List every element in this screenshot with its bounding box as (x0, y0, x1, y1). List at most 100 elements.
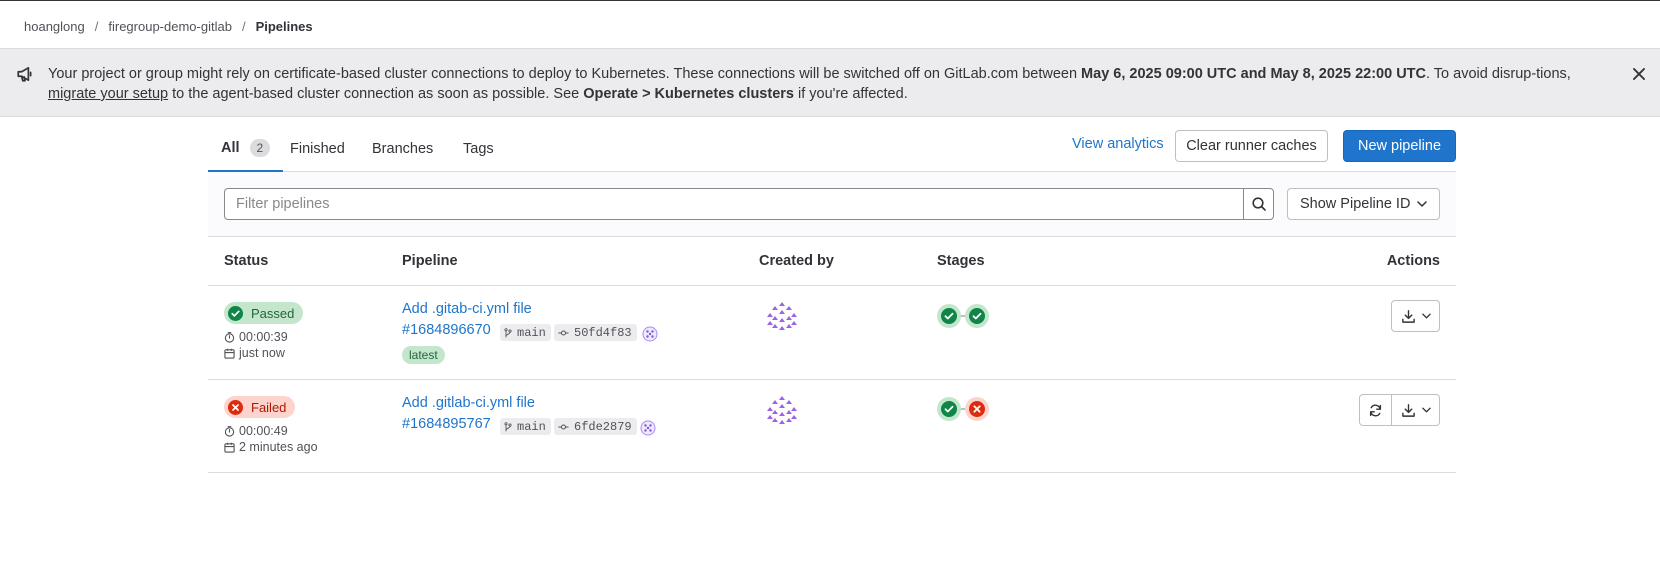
stage-build-status[interactable] (937, 304, 961, 328)
search-icon (1251, 197, 1266, 211)
commit-sha-value: 50fd4f83 (574, 325, 632, 340)
migrate-setup-link[interactable]: migrate your setup (48, 86, 168, 102)
column-header-actions: Actions (1386, 253, 1440, 269)
pipeline-commit-title-link[interactable]: Add .gitab-ci.yml file (402, 301, 532, 317)
status-success-icon (228, 305, 243, 321)
chevron-down-icon (1421, 407, 1431, 413)
status-label: Failed (251, 399, 287, 415)
deprecation-banner: Your project or group might rely on cert… (0, 48, 1660, 117)
banner-message: Your project or group might rely on cert… (48, 64, 1608, 104)
status-badge-failed[interactable]: Failed (224, 396, 296, 418)
pipeline-finished-time: 2 minutes ago (224, 440, 318, 454)
banner-text: Your project or group might rely on cert… (48, 66, 1082, 82)
branch-name: main (517, 419, 546, 434)
pipeline-id-link[interactable]: #1684895767 (402, 416, 491, 432)
pipeline-finished-time: just now (224, 346, 285, 360)
tab-tags[interactable]: Tags (450, 126, 507, 172)
breadcrumb-separator: / (94, 18, 99, 34)
status-failed-icon (969, 401, 985, 417)
retry-pipeline-button[interactable] (1359, 394, 1392, 426)
breadcrumb: hoanglong / firegroup-demo-gitlab / Pipe… (24, 16, 313, 36)
pipeline-id-link[interactable]: #1684896670 (402, 322, 491, 338)
megaphone-icon (17, 66, 32, 82)
finished-value: 2 minutes ago (239, 440, 318, 454)
table-row: Failed 00:00:49 2 minutes ago Add .gitla… (208, 380, 1456, 473)
tab-label: All (221, 140, 240, 156)
retry-icon (1369, 404, 1382, 416)
pipeline-duration: 00:00:49 (224, 424, 288, 438)
download-artifacts-dropdown[interactable] (1391, 300, 1440, 332)
branch-name: main (517, 325, 546, 340)
calendar-icon (224, 442, 235, 453)
commit-sha-value: 6fde2879 (574, 419, 632, 434)
user-avatar[interactable] (766, 300, 798, 332)
breadcrumb-item-project[interactable]: firegroup-demo-gitlab (108, 19, 232, 34)
branch-ref[interactable]: main (500, 324, 551, 341)
tab-all[interactable]: All 2 (208, 126, 284, 172)
column-header-pipeline: Pipeline (402, 253, 458, 269)
status-badge-passed[interactable]: Passed (224, 302, 304, 324)
committer-avatar-icon[interactable] (642, 326, 658, 342)
column-header-status: Status (224, 253, 269, 269)
top-border (0, 0, 1660, 1)
tab-label: Branches (372, 141, 434, 157)
column-header-created-by: Created by (759, 253, 834, 269)
breadcrumb-item-user[interactable]: hoanglong (24, 19, 85, 34)
dropdown-label: Show Pipeline ID (1300, 196, 1411, 212)
download-icon (1401, 403, 1415, 417)
banner-dates: May 6, 2025 09:00 UTC and May 8, 2025 22… (1081, 66, 1426, 82)
tab-label: Finished (290, 141, 345, 157)
tab-label: Tags (463, 141, 494, 157)
breadcrumb-separator: / (241, 18, 246, 34)
pipeline-duration: 00:00:39 (224, 330, 288, 344)
branch-icon (504, 421, 512, 431)
chevron-down-icon (1417, 201, 1427, 207)
new-pipeline-button[interactable]: New pipeline (1343, 130, 1456, 162)
status-label: Passed (251, 305, 295, 321)
status-success-icon (941, 401, 957, 417)
chevron-down-icon (1421, 313, 1431, 319)
commit-icon (558, 423, 569, 430)
search-button[interactable] (1243, 188, 1274, 220)
commit-icon (558, 329, 569, 336)
status-success-icon (941, 308, 957, 324)
clear-runner-caches-button[interactable]: Clear runner caches (1175, 130, 1328, 162)
tab-branches[interactable]: Branches (359, 126, 446, 172)
latest-badge: latest (402, 346, 445, 364)
filter-bar: Filter pipelines Show Pipeline ID (208, 172, 1456, 237)
view-analytics-link[interactable]: View analytics (1072, 136, 1164, 152)
calendar-icon (224, 348, 235, 359)
user-avatar[interactable] (766, 394, 798, 426)
stage-test-status[interactable] (965, 397, 989, 421)
pipelines-table-header: Status Pipeline Created by Stages Action… (208, 237, 1456, 286)
banner-text: to the agent-based cluster connection as… (168, 86, 584, 102)
table-row: Passed 00:00:39 just now Add .gitab-ci.y… (208, 286, 1456, 380)
banner-menu-path: Operate > Kubernetes clusters (583, 86, 794, 102)
banner-text: . To avoid disrup-tions, (1426, 66, 1571, 82)
pipeline-commit-title-link[interactable]: Add .gitlab-ci.yml file (402, 395, 535, 411)
download-icon (1401, 309, 1415, 323)
commit-sha[interactable]: 6fde2879 (554, 418, 637, 435)
filter-pipelines-input[interactable]: Filter pipelines (224, 188, 1244, 220)
stage-build-status[interactable] (937, 397, 961, 421)
show-pipeline-id-dropdown[interactable]: Show Pipeline ID (1287, 188, 1440, 220)
banner-text: if you're affected. (793, 86, 908, 102)
commit-sha[interactable]: 50fd4f83 (554, 324, 637, 341)
timer-icon (224, 425, 235, 437)
committer-avatar-icon[interactable] (640, 420, 656, 436)
status-failed-icon (228, 399, 243, 415)
breadcrumb-item-current[interactable]: Pipelines (256, 19, 313, 34)
stage-test-status[interactable] (965, 304, 989, 328)
timer-icon (224, 331, 235, 343)
finished-value: just now (239, 346, 285, 360)
tab-finished[interactable]: Finished (277, 126, 358, 172)
duration-value: 00:00:39 (239, 330, 288, 344)
branch-icon (504, 327, 512, 337)
close-icon[interactable] (1630, 65, 1648, 83)
download-artifacts-dropdown[interactable] (1391, 394, 1440, 426)
status-success-icon (969, 308, 985, 324)
duration-value: 00:00:49 (239, 424, 288, 438)
column-header-stages: Stages (937, 253, 985, 269)
tab-count-badge: 2 (249, 139, 271, 157)
branch-ref[interactable]: main (500, 418, 551, 435)
